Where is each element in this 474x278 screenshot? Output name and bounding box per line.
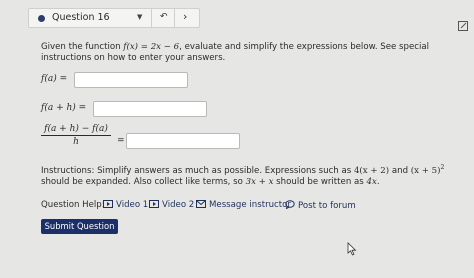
difference-quotient-denominator: h — [73, 137, 79, 147]
divider — [174, 9, 175, 27]
example-expression: 4(x + 2) — [353, 165, 390, 176]
question-help-row: Question Help: Video 1 Video 2 Message i… — [41, 199, 461, 213]
comment-icon — [285, 200, 295, 209]
video-1-link[interactable]: Video 1 — [103, 200, 148, 210]
prompt-text: Given the function — [41, 42, 124, 52]
fa-label: f(a) = — [41, 74, 68, 84]
video-2-link[interactable]: Video 2 — [149, 200, 194, 210]
edit-icon[interactable] — [458, 21, 468, 31]
video-2-label: Video 2 — [162, 200, 195, 210]
example-expression: (x + 5) — [410, 165, 441, 176]
post-to-forum-link[interactable]: Post to forum — [285, 200, 356, 211]
question-status-dot — [38, 15, 45, 22]
equals-sign: = — [117, 136, 125, 146]
instructions-text: Instructions: Simplify answers as much a… — [41, 165, 354, 176]
difference-quotient-answer-field[interactable] — [126, 133, 240, 149]
instructions-text: . — [376, 176, 380, 187]
divider — [151, 9, 152, 27]
undo-icon[interactable]: ↶ — [160, 12, 168, 22]
post-to-forum-label: Post to forum — [298, 201, 356, 211]
instructions-text: and — [389, 165, 411, 176]
message-instructor-label: Message instructor — [209, 200, 291, 210]
fah-label: f(a + h) = — [41, 103, 87, 113]
question-help-label: Question Help: — [41, 200, 105, 210]
video-icon — [149, 200, 159, 208]
question-title: Question 16 — [52, 12, 110, 23]
video-icon — [103, 200, 113, 208]
function-rhs: 2x − 6 — [150, 42, 180, 52]
mail-icon — [196, 200, 206, 208]
question-prompt: Given the function f(x) = 2x − 6, evalua… — [41, 42, 430, 63]
chevron-right-icon[interactable]: › — [183, 10, 187, 23]
fah-answer-field[interactable] — [93, 101, 207, 117]
difference-quotient: f(a + h) − f(a) h — [40, 124, 112, 147]
message-instructor-link[interactable]: Message instructor — [196, 200, 291, 210]
fa-answer-field[interactable] — [74, 72, 188, 88]
special-instructions: Instructions: Simplify answers as much a… — [41, 162, 451, 188]
difference-quotient-numerator: f(a + h) − f(a) — [44, 124, 108, 134]
exponent: 2 — [440, 164, 445, 171]
caret-down-icon[interactable]: ▼ — [137, 13, 142, 21]
instructions-text: should be written as — [273, 176, 367, 187]
video-1-label: Video 1 — [116, 200, 149, 210]
instructions-text: should be expanded. Also collect like te… — [41, 176, 246, 187]
submit-question-button[interactable]: Submit Question — [41, 219, 118, 234]
question-nav-bar: Question 16 ▼ ↶ › — [28, 8, 200, 28]
example-expression: 3x + x — [245, 176, 274, 187]
function-lhs: f(x) — [123, 42, 139, 52]
example-expression: 4x — [366, 176, 377, 187]
mouse-cursor-icon — [347, 242, 357, 256]
